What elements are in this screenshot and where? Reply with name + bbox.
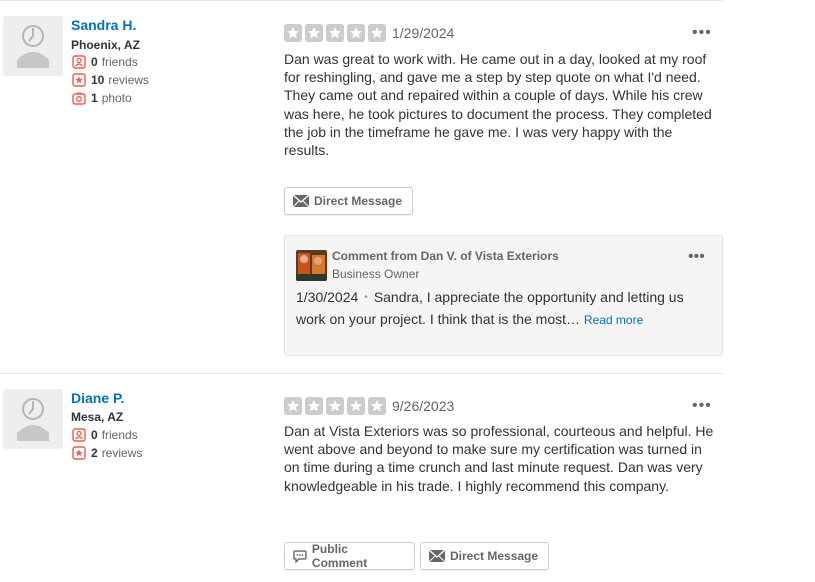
public-comment-button[interactable]: Public Comment <box>284 542 415 570</box>
direct-message-button[interactable]: Direct Message <box>420 542 549 570</box>
star-icon <box>305 397 323 415</box>
more-dots-icon[interactable]: ••• <box>692 398 712 414</box>
direct-message-label: Direct Message <box>450 549 539 563</box>
review-divider <box>0 373 723 374</box>
friends-count: 0 friends <box>72 428 138 442</box>
read-more-link[interactable]: Read more <box>584 313 643 327</box>
owner-comment-date: 1/30/2024 <box>296 289 359 305</box>
star-icon <box>326 24 344 42</box>
avatar-placeholder-icon <box>3 16 63 76</box>
friends-count: 0 friends <box>72 55 138 69</box>
separator-dot: • <box>364 292 368 303</box>
owner-role: Business Owner <box>332 267 420 281</box>
owner-comment-text: 1/30/2024 • Sandra, I appreciate the oppor… <box>296 288 711 329</box>
reviews-count: 10 reviews <box>72 73 149 87</box>
user-location: Phoenix, AZ <box>71 38 140 52</box>
reviews-star-icon <box>72 73 86 87</box>
star-icon <box>284 397 302 415</box>
reviews-star-icon <box>72 446 86 460</box>
public-comment-label: Public Comment <box>311 542 368 570</box>
reviews-count: 2 reviews <box>72 446 142 460</box>
business-owner-avatar[interactable] <box>296 250 327 281</box>
star-icon <box>305 24 323 42</box>
envelope-icon <box>429 550 445 562</box>
camera-icon <box>72 92 86 105</box>
speech-bubble-icon <box>293 549 307 563</box>
photos-count: 1 photo <box>72 91 132 105</box>
user-name-link[interactable]: Sandra H. <box>71 17 136 33</box>
top-divider <box>0 0 723 1</box>
review-text: Dan at Vista Exteriors was so profession… <box>284 423 714 494</box>
star-icon <box>284 24 302 42</box>
star-icon <box>347 24 365 42</box>
more-dots-icon[interactable]: ••• <box>692 25 712 41</box>
review-date: 9/26/2023 <box>392 398 455 414</box>
owner-comment: Comment from Dan V. of Vista Exteriors B… <box>284 235 723 356</box>
owner-comment-title: Comment from Dan V. of Vista Exteriors <box>332 249 559 263</box>
star-icon <box>368 397 386 415</box>
user-name-link[interactable]: Diane P. <box>71 390 124 406</box>
avatar-placeholder-icon <box>3 389 63 449</box>
user-avatar[interactable] <box>3 16 63 76</box>
review-date: 1/29/2024 <box>392 25 455 41</box>
friends-icon <box>72 428 86 442</box>
direct-message-label: Direct Message <box>314 194 403 208</box>
direct-message-button[interactable]: Direct Message <box>284 187 413 215</box>
user-avatar[interactable] <box>3 389 63 449</box>
star-icon <box>368 24 386 42</box>
star-rating <box>284 24 386 42</box>
user-location: Mesa, AZ <box>71 410 124 424</box>
friends-icon <box>72 55 86 69</box>
star-icon <box>347 397 365 415</box>
envelope-icon <box>293 195 309 207</box>
more-dots-icon[interactable]: ••• <box>688 249 705 265</box>
review-text: Dan was great to work with. He came out … <box>284 51 712 159</box>
star-icon <box>326 397 344 415</box>
star-rating <box>284 397 386 415</box>
